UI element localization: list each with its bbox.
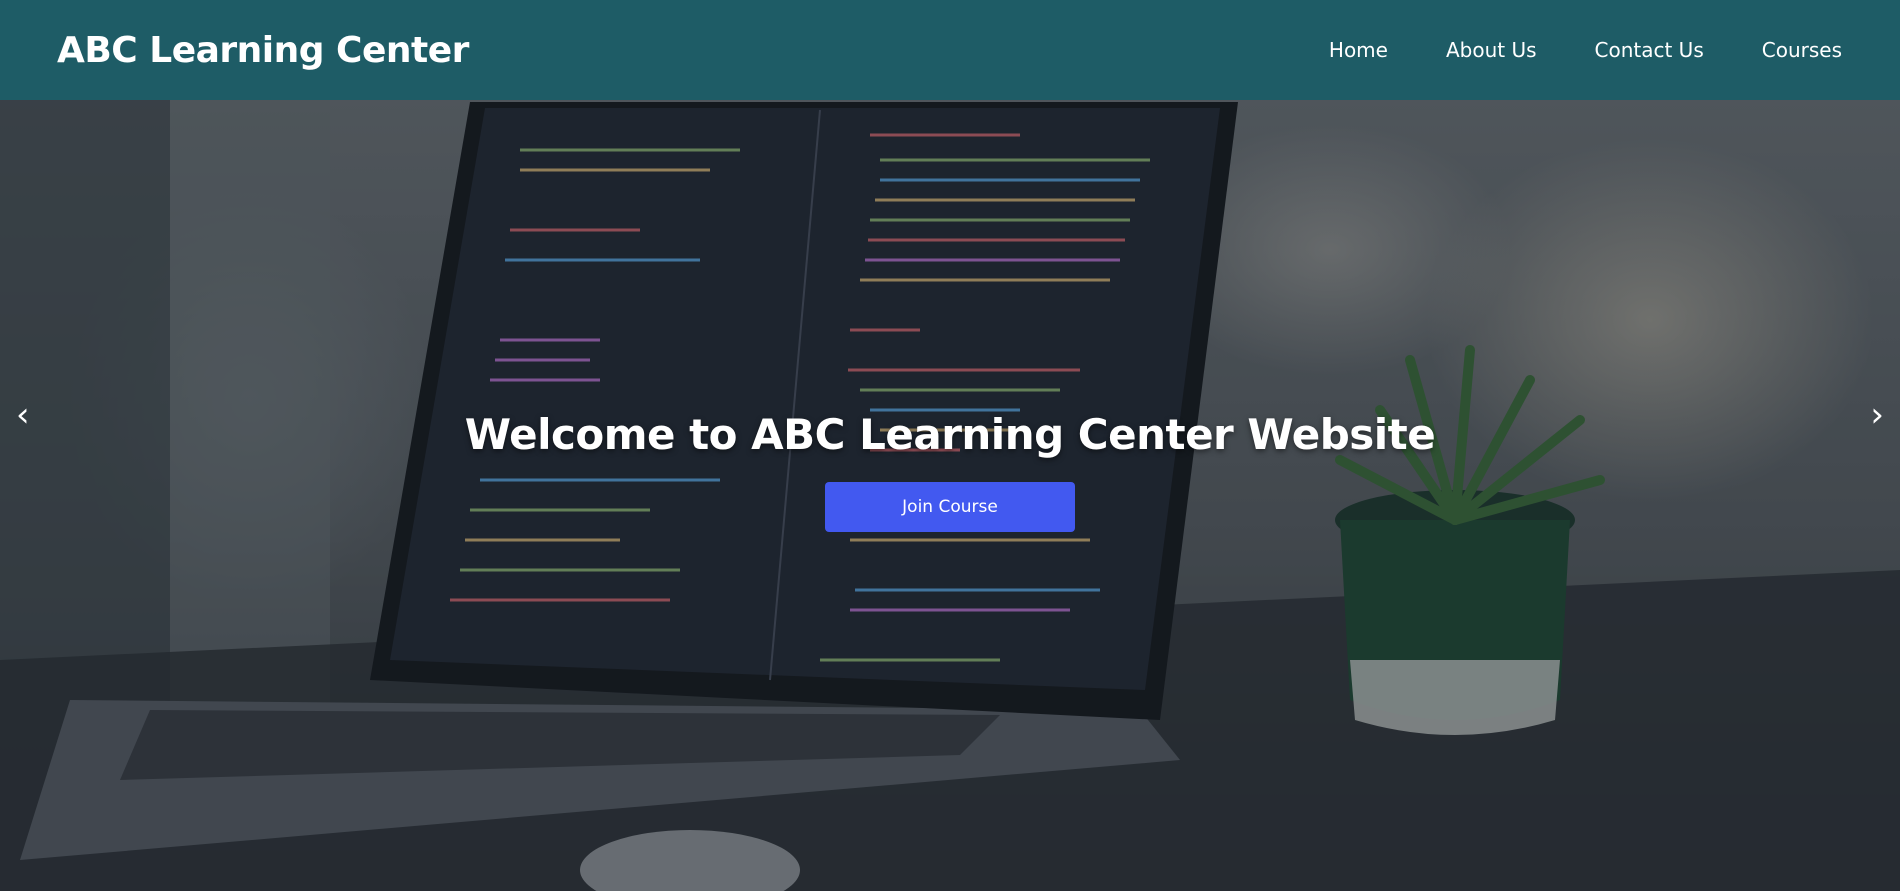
- brand-logo-text[interactable]: ABC Learning Center: [57, 30, 469, 71]
- hero-title: Welcome to ABC Learning Center Website: [464, 410, 1436, 459]
- nav-link-home[interactable]: Home: [1329, 38, 1388, 62]
- carousel-prev-icon[interactable]: ‹: [16, 398, 30, 432]
- nav-link-courses[interactable]: Courses: [1762, 38, 1842, 62]
- hero-carousel: Welcome to ABC Learning Center Website J…: [0, 100, 1900, 891]
- main-nav: Home About Us Contact Us Courses: [1329, 38, 1842, 62]
- nav-link-contact-us[interactable]: Contact Us: [1595, 38, 1704, 62]
- site-header: ABC Learning Center Home About Us Contac…: [0, 0, 1900, 100]
- nav-link-about-us[interactable]: About Us: [1446, 38, 1537, 62]
- slide-content: Welcome to ABC Learning Center Website J…: [0, 100, 1900, 891]
- carousel-next-icon[interactable]: ›: [1870, 398, 1884, 432]
- join-course-button[interactable]: Join Course: [825, 482, 1075, 532]
